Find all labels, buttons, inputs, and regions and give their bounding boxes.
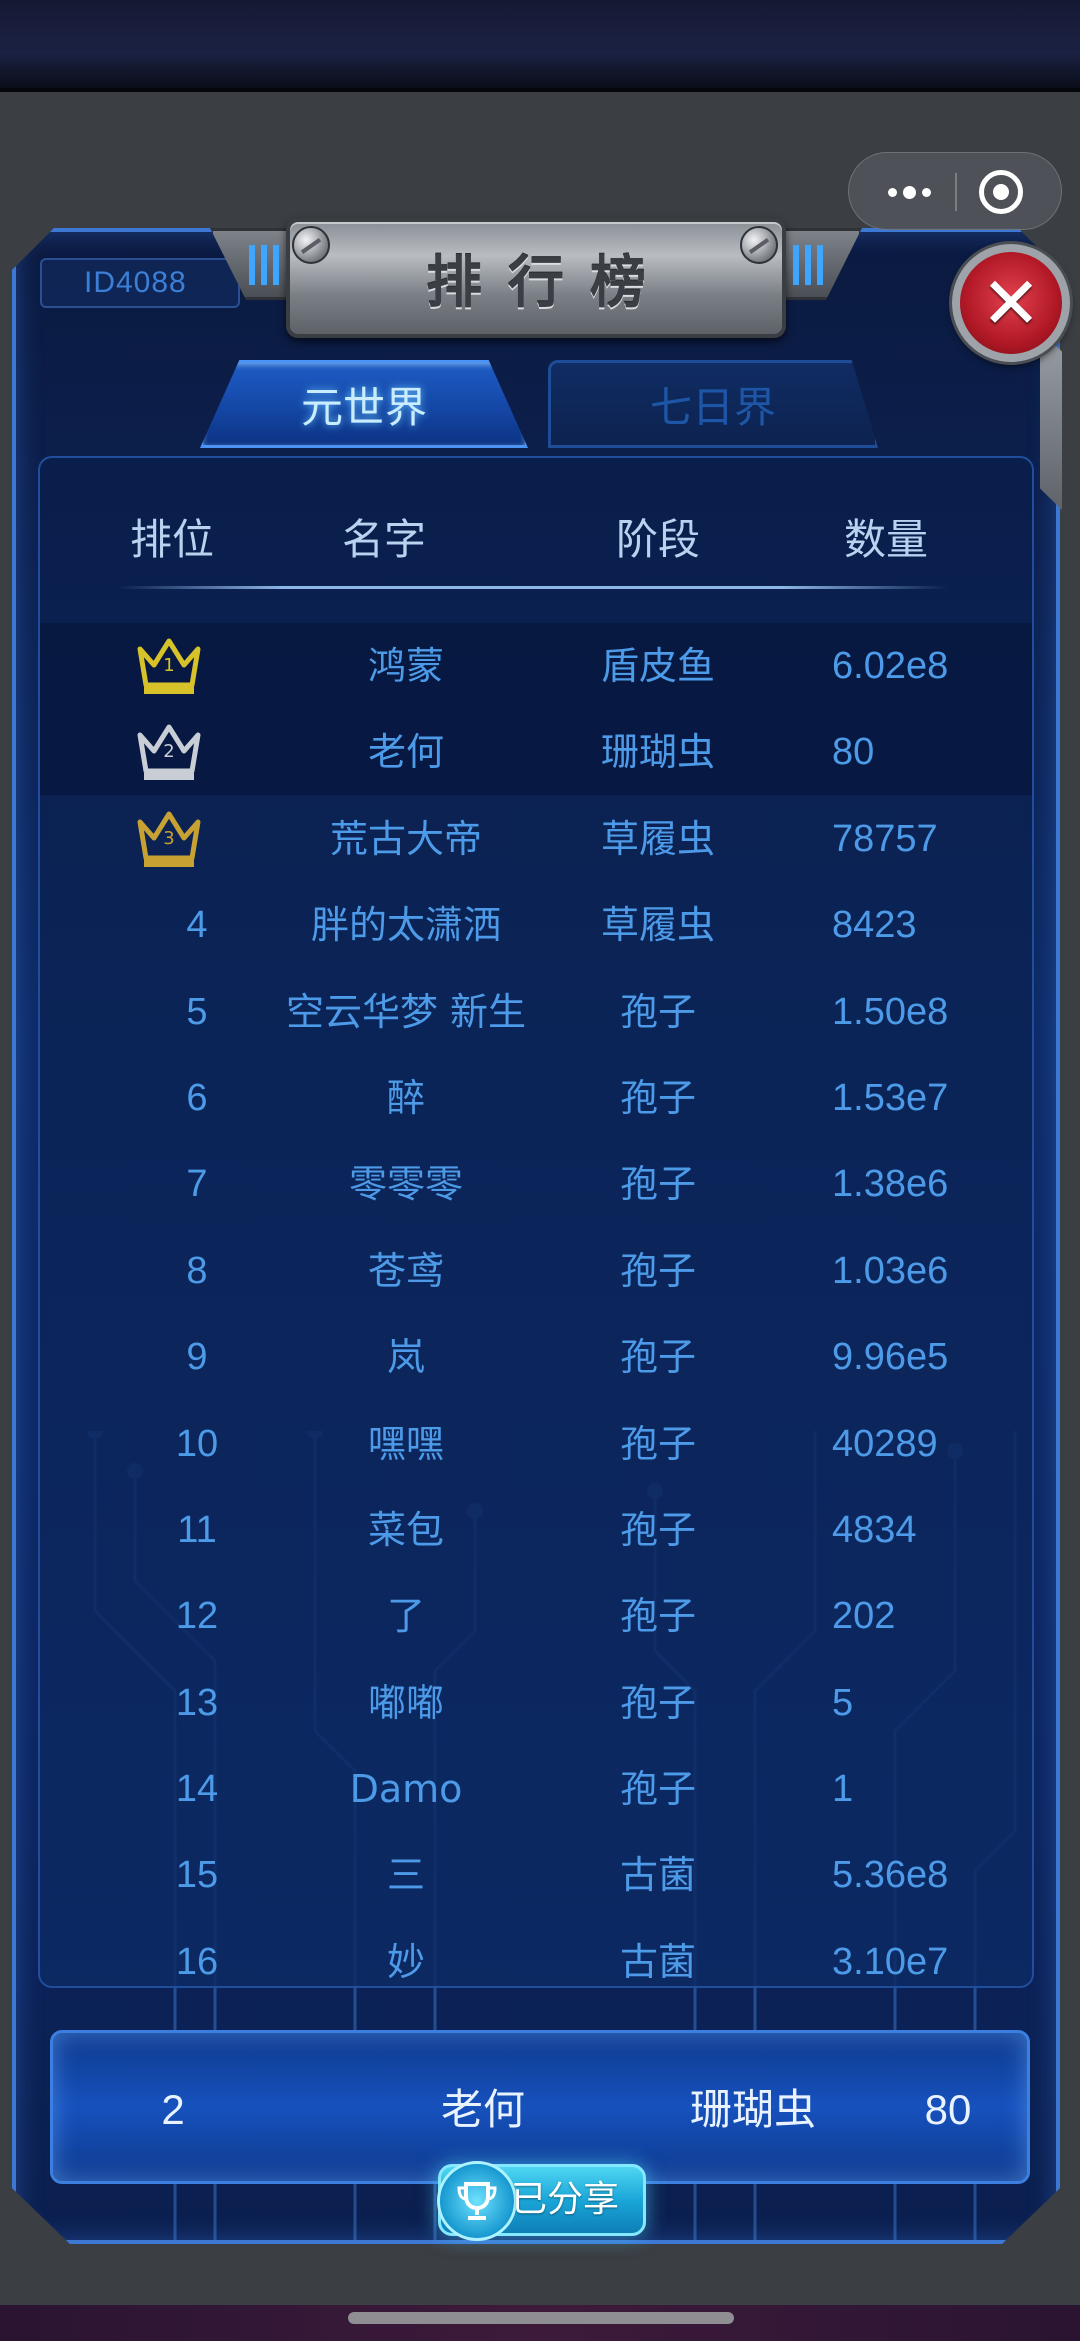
table-row: 8 苍鸢 孢子 1.03e6 (38, 1228, 1034, 1314)
row-quantity: 8423 (832, 904, 917, 947)
row-quantity: 202 (832, 1595, 896, 1638)
leaderboard-rows: 1 鸿蒙 盾皮鱼 6.02e8 2 老何 珊瑚虫 80 3 荒古大帝 草履虫 78757 4 胖的太潇洒草… (38, 623, 1034, 1978)
more-dots-icon[interactable] (869, 153, 949, 231)
row-quantity: 4834 (832, 1508, 917, 1551)
table-row: 9 岚孢子 9.96e5 (38, 1314, 1034, 1400)
row-quantity: 5.36e8 (832, 1854, 949, 1897)
home-indicator[interactable] (348, 2312, 734, 2324)
row-stage: 孢子 (619, 1335, 696, 1380)
row-stage: 孢子 (619, 1680, 696, 1725)
row-quantity: 1.38e6 (832, 1163, 949, 1206)
silver-crown-icon: 2 (134, 721, 204, 783)
trophy-icon (437, 2161, 517, 2241)
table-row: 5 空云华梦 新生 孢子 1.50e8 (38, 969, 1034, 1055)
player-id-label: ID4088 (40, 258, 240, 308)
row-stage: 孢子 (619, 1075, 696, 1120)
row-stage: 孢子 (619, 1162, 696, 1207)
row-stage: 孢子 (619, 989, 696, 1034)
rivet-icon (740, 226, 778, 264)
row-stage: 珊瑚虫 (600, 730, 715, 775)
panel-side-accent (1040, 330, 1062, 510)
row-stage: 孢子 (619, 1421, 696, 1466)
table-row: 11 菜包 孢子 4834 (38, 1487, 1034, 1573)
row-stage: 古菌 (619, 1939, 696, 1978)
row-stage: 孢子 (619, 1248, 696, 1293)
close-button[interactable]: ✕ (952, 244, 1070, 362)
table-row: 12 了孢子 202 (38, 1573, 1034, 1659)
tab-yuan-world[interactable]: 元世界 (200, 360, 528, 448)
table-row: 3 荒古大帝 草履虫 78757 (38, 796, 1034, 882)
row-quantity: 9.96e5 (832, 1336, 949, 1379)
gold-crown-icon: 1 (134, 635, 204, 697)
row-rank: 3 (163, 827, 175, 849)
row-quantity: 40289 (832, 1422, 938, 1465)
row-stage: 孢子 (619, 1594, 696, 1639)
header-rank: 排位 (129, 515, 214, 564)
table-row: 15 三古菌 5.36e8 (38, 1832, 1034, 1918)
table-row: 16 妙古菌 3.10e7 (38, 1919, 1034, 1978)
share-button[interactable]: 已分享 (437, 2161, 646, 2241)
my-rank: 2 (161, 2086, 185, 2133)
header-quantity: 数量 (843, 515, 928, 564)
row-stage: 盾皮鱼 (600, 644, 715, 688)
my-stage: 珊瑚虫 (689, 2085, 816, 2134)
capsule-divider (955, 173, 957, 211)
my-rank-row: 2 老何 珊瑚虫 80 (50, 2030, 1030, 2184)
row-quantity: 78757 (832, 817, 938, 860)
table-row: 14 Damo 孢子 1 (38, 1746, 1034, 1832)
row-quantity: 3.10e7 (832, 1940, 949, 1978)
table-row: 4 胖的太潇洒 草履虫 8423 (38, 882, 1034, 968)
bronze-crown-icon: 3 (134, 808, 204, 870)
row-stage: 孢子 (619, 1767, 696, 1812)
mini-program-capsule (848, 152, 1062, 230)
row-quantity: 1.53e7 (832, 1076, 949, 1119)
row-quantity: 1.03e6 (832, 1249, 949, 1292)
row-quantity: 1 (832, 1768, 854, 1811)
row-rank: 1 (163, 655, 175, 676)
row-quantity: 1.50e8 (832, 990, 949, 1033)
table-row: 7 零零零 孢子 1.38e6 (38, 1141, 1034, 1227)
rivet-icon (292, 226, 330, 264)
row-rank: 2 (163, 741, 175, 763)
tab-seven-day[interactable]: 七日界 (548, 360, 878, 448)
table-row: 13 嘟嘟 孢子 5 (38, 1660, 1034, 1746)
row-quantity: 6.02e8 (832, 645, 949, 687)
row-stage: 草履虫 (600, 903, 715, 948)
close-x-icon: ✕ (980, 261, 1042, 345)
table-row: 2 老何 珊瑚虫 80 (38, 709, 1034, 795)
column-headers: 排位 名字 阶段 数量 (38, 500, 1034, 580)
row-quantity: 80 (832, 731, 875, 774)
row-stage: 古菌 (619, 1853, 696, 1898)
row-quantity: 5 (832, 1681, 854, 1724)
my-quantity: 80 (924, 2086, 972, 2133)
top-background-strip (0, 0, 1080, 92)
table-row: 10 嘿嘿 孢子 40289 (38, 1401, 1034, 1487)
header-divider (118, 586, 948, 589)
header-stage: 阶段 (615, 515, 700, 564)
header-name: 名字 (341, 515, 426, 564)
page-title: 排行榜 (426, 250, 672, 316)
title-plate: 排行榜 (286, 218, 786, 338)
row-stage: 孢子 (619, 1507, 696, 1552)
table-row: 1 鸿蒙 盾皮鱼 6.02e8 (38, 623, 1034, 709)
row-stage: 草履虫 (600, 816, 715, 861)
target-icon[interactable] (979, 170, 1023, 214)
table-row: 6 醉孢子 1.53e7 (38, 1055, 1034, 1141)
share-label: 已分享 (511, 2179, 620, 2220)
